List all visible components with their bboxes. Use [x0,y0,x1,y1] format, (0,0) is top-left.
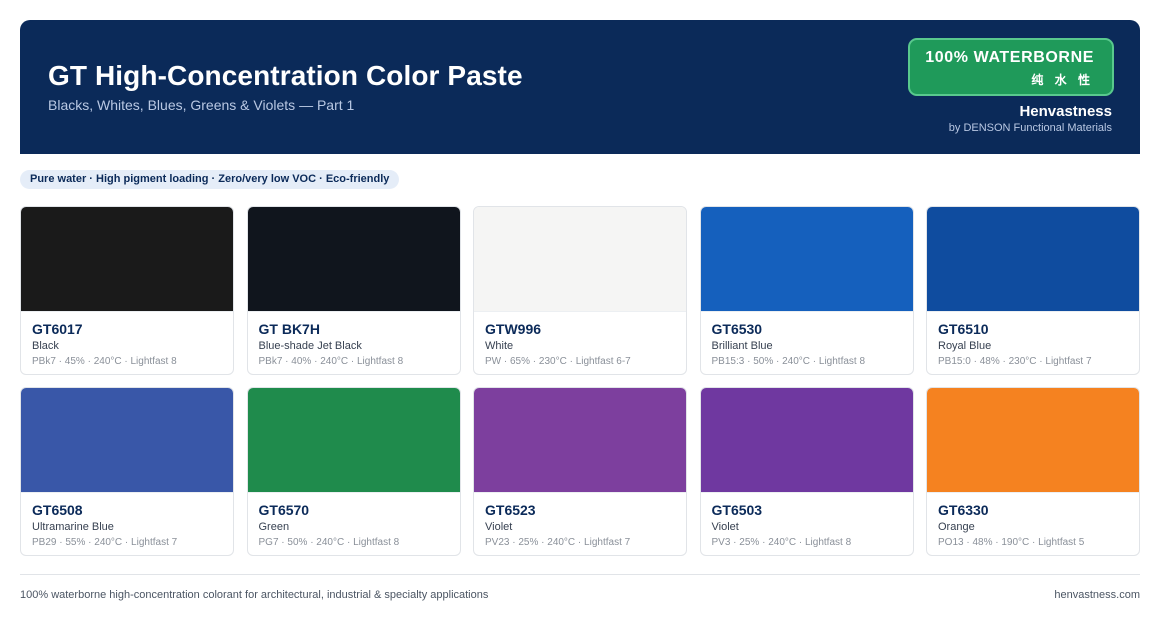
product-card[interactable]: GT6570 Green PG7 · 50% · 240°C · Lightfa… [246,387,461,556]
color-swatch [474,207,686,312]
feature-tagline: Pure water · High pigment loading · Zero… [20,170,400,189]
product-name: Blue-shade Jet Black [258,340,362,352]
product-code: GT6523 [485,502,536,518]
product-name: Orange [938,521,975,533]
product-card[interactable]: GT6510 Royal Blue PB15:0 · 48% · 230°C ·… [926,206,1140,375]
product-card[interactable]: GT6330 Orange PO13 · 48% · 190°C · Light… [926,387,1140,556]
product-name: Brilliant Blue [711,340,773,352]
product-card[interactable]: GT BK7H Blue-shade Jet Black PBk7 · 40% … [246,206,461,375]
product-code: GT6503 [711,502,763,518]
product-card[interactable]: GT6530 Brilliant Blue PB15:3 · 50% · 240… [699,206,914,375]
product-spec: PB15:3 · 50% · 240°C · Lightfast 8 [711,356,866,367]
product-spec: PB15:0 · 48% · 230°C · Lightfast 7 [938,356,1092,367]
header-banner: GT High-Concentration Color Paste Blacks… [20,20,1140,154]
product-name: Green [258,521,290,533]
product-spec: PO13 · 48% · 190°C · Lightfast 5 [938,537,1085,548]
product-card[interactable]: GT6017 Black PBk7 · 45% · 240°C · Lightf… [20,206,234,375]
color-swatch [21,207,233,312]
product-spec: PV3 · 25% · 240°C · Lightfast 8 [711,537,852,548]
color-swatch [927,207,1139,312]
product-code: GT6508 [32,502,83,518]
footer-website-link[interactable]: henvastness.com [1054,589,1140,601]
color-swatch [247,207,460,312]
color-swatch [927,388,1139,493]
product-spec: PW · 65% · 230°C · Lightfast 6-7 [485,356,631,367]
product-code: GT6017 [32,321,83,337]
product-code: GT BK7H [258,321,320,337]
color-swatch [21,388,233,493]
product-card[interactable]: GT6508 Ultramarine Blue PB29 · 55% · 240… [20,387,234,556]
product-card[interactable]: GT6503 Violet PV3 · 25% · 240°C · Lightf… [699,387,914,556]
page-title: GT High-Concentration Color Paste [48,60,523,91]
product-spec: PB29 · 55% · 240°C · Lightfast 7 [32,537,178,548]
product-card[interactable]: GTW996 White PW · 65% · 230°C · Lightfas… [473,206,687,375]
color-swatch [700,388,913,493]
product-name: Violet [485,521,513,533]
product-spec: PG7 · 50% · 240°C · Lightfast 8 [258,537,400,548]
page-subtitle: Blacks, Whites, Blues, Greens & Violets … [48,97,355,113]
product-spec: PBk7 · 40% · 240°C · Lightfast 8 [258,356,404,367]
badge-main-text: 100% WATERBORNE [925,49,1094,66]
footer-divider [20,574,1140,575]
brand-name: Henvastness [1019,103,1112,120]
product-name: Royal Blue [938,340,992,352]
product-name: Violet [711,521,739,533]
brand-subline: by DENSON Functional Materials [948,122,1112,134]
product-code: GTW996 [485,321,542,337]
product-grid: GT6017 Black PBk7 · 45% · 240°C · Lightf… [20,206,1140,556]
product-card[interactable]: GT6523 Violet PV23 · 25% · 240°C · Light… [473,387,687,556]
product-code: GT6530 [711,321,763,337]
color-swatch [247,388,460,493]
color-swatch [700,207,913,312]
page: GT High-Concentration Color Paste Blacks… [0,0,1160,621]
product-spec: PBk7 · 45% · 240°C · Lightfast 8 [32,356,177,367]
waterborne-badge: 100% WATERBORNE 纯 水 性 [908,38,1114,96]
product-spec: PV23 · 25% · 240°C · Lightfast 7 [485,537,631,548]
footer-description: 100% waterborne high-concentration color… [20,589,489,601]
product-name: Black [32,340,59,352]
badge-sub-text: 纯 水 性 [1031,73,1094,87]
product-code: GT6510 [938,321,989,337]
product-code: GT6570 [258,502,310,518]
product-name: Ultramarine Blue [32,521,114,533]
product-code: GT6330 [938,502,989,518]
color-swatch [474,388,686,493]
product-name: White [485,340,514,352]
